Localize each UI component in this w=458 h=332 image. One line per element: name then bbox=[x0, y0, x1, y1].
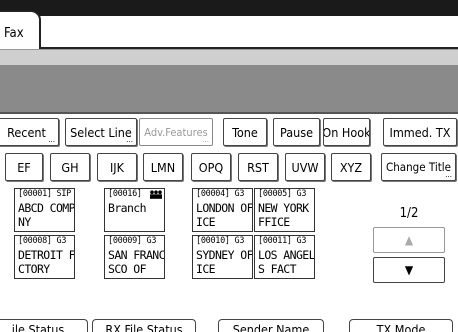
pause-button[interactable]: Pause bbox=[273, 118, 320, 146]
destination-name: NEW YORK O bbox=[258, 201, 315, 215]
destination-item[interactable]: [00010] G3 SYDNEY OFF ICE bbox=[192, 235, 253, 279]
page-up-button[interactable]: ▲ bbox=[373, 227, 445, 253]
index-ef-button[interactable]: EF bbox=[5, 153, 43, 181]
page-indicator: 1/2 bbox=[399, 206, 419, 221]
destination-code: [00010] G3 bbox=[196, 236, 245, 246]
destination-name: LONDON OFF bbox=[196, 201, 253, 215]
page-down-button[interactable]: ▼ bbox=[373, 257, 445, 283]
recent-button[interactable]: Recent... bbox=[0, 118, 59, 146]
index-uvw-label: UVW bbox=[291, 159, 319, 175]
change-title-label: Change Title bbox=[385, 160, 452, 174]
destination-name: ABCD COMPA bbox=[18, 201, 75, 215]
index-rst-label: RST bbox=[247, 159, 269, 175]
index-xyz-button[interactable]: XYZ bbox=[331, 153, 371, 181]
destination-name: SAN FRANCI bbox=[108, 248, 165, 262]
destination-name-cont: ICE bbox=[196, 262, 216, 276]
status-header bbox=[0, 49, 458, 65]
tone-label: Tone bbox=[232, 124, 258, 140]
destination-name: LOS ANGELE bbox=[258, 248, 315, 262]
destination-name-cont: FFICE bbox=[258, 215, 290, 229]
tab-rx-file-status-label: RX File Status bbox=[105, 322, 183, 332]
index-uvw-button[interactable]: UVW bbox=[285, 153, 325, 181]
destination-item[interactable]: [00004] G3 LONDON OFF ICE bbox=[192, 188, 253, 232]
index-rst-button[interactable]: RST bbox=[238, 153, 278, 181]
top-band bbox=[0, 0, 458, 16]
top-bar: Fax bbox=[0, 0, 458, 50]
tab-tx-mode[interactable]: TX Mode bbox=[349, 319, 453, 332]
select-line-button[interactable]: Select Line... bbox=[65, 118, 137, 146]
index-gh-button[interactable]: GH bbox=[50, 153, 90, 181]
destination-code: [00016] bbox=[108, 189, 142, 199]
more-dots-icon: ... bbox=[445, 170, 452, 179]
tab-file-status[interactable]: ile Status bbox=[0, 319, 88, 332]
destination-code: [00011] G3 bbox=[258, 236, 307, 246]
destination-item[interactable]: [00011] G3 LOS ANGELE S FACT bbox=[254, 235, 315, 279]
triangle-up-icon: ▲ bbox=[404, 233, 414, 247]
triangle-down-icon: ▼ bbox=[404, 263, 414, 277]
index-opq-label: OPQ bbox=[198, 159, 224, 175]
status-display bbox=[0, 65, 458, 114]
on-hook-label: On Hook bbox=[323, 124, 370, 140]
destination-name-cont: CTORY bbox=[18, 262, 50, 276]
tab-sender-name[interactable]: Sender Name bbox=[218, 319, 324, 332]
adv-features-button[interactable]: Adv.Features... bbox=[139, 118, 213, 146]
immed-tx-button[interactable]: Immed. TX bbox=[383, 118, 457, 146]
index-lmn-label: LMN bbox=[150, 159, 176, 175]
change-title-button[interactable]: Change Title... bbox=[381, 153, 456, 181]
index-ijk-button[interactable]: IJK bbox=[97, 153, 137, 181]
tab-sender-name-label: Sender Name bbox=[232, 322, 310, 332]
immed-tx-label: Immed. TX bbox=[389, 124, 451, 140]
tone-button[interactable]: Tone bbox=[223, 118, 267, 146]
destination-name: SYDNEY OFF bbox=[196, 248, 253, 262]
index-ef-label: EF bbox=[17, 159, 31, 175]
tab-tx-mode-label: TX Mode bbox=[376, 322, 426, 332]
pause-label: Pause bbox=[279, 124, 314, 140]
recent-label: Recent bbox=[7, 124, 46, 140]
more-dots-icon: ... bbox=[202, 135, 209, 144]
destination-name: Branch bbox=[108, 201, 147, 215]
destination-code: [00004] G3 bbox=[196, 189, 245, 199]
destination-name-cont: S FACT bbox=[258, 262, 297, 276]
on-hook-button[interactable]: On Hook bbox=[323, 118, 370, 146]
index-gh-label: GH bbox=[61, 159, 79, 175]
destination-name-cont: NY bbox=[18, 215, 31, 229]
divider bbox=[0, 112, 458, 114]
destination-code: [00009] G3 bbox=[108, 236, 157, 246]
more-dots-icon: ... bbox=[126, 135, 133, 144]
destination-item[interactable]: [00008] G3 DETROIT FA CTORY bbox=[14, 235, 75, 279]
destination-item[interactable]: [00009] G3 SAN FRANCI SCO OF bbox=[104, 235, 165, 279]
tab-rx-file-status[interactable]: RX File Status bbox=[92, 319, 196, 332]
destination-code: [00008] G3 bbox=[18, 236, 67, 246]
destination-item[interactable]: [00001] SIP ABCD COMPA NY bbox=[14, 188, 75, 232]
tab-fax-label: Fax bbox=[4, 26, 24, 41]
select-line-label: Select Line bbox=[70, 124, 132, 140]
more-dots-icon: ... bbox=[48, 135, 55, 144]
index-lmn-button[interactable]: LMN bbox=[143, 153, 183, 181]
destination-name-cont: SCO OF bbox=[108, 262, 147, 276]
destination-item[interactable]: [00016] Branch bbox=[104, 188, 165, 232]
tab-file-status-label: ile Status bbox=[11, 322, 65, 332]
destination-code: [00001] SIP bbox=[18, 189, 71, 199]
index-xyz-label: XYZ bbox=[339, 159, 363, 175]
destination-name: DETROIT FA bbox=[18, 248, 75, 262]
destination-code: [00005] G3 bbox=[258, 189, 307, 199]
destination-item[interactable]: [00005] G3 NEW YORK O FFICE bbox=[254, 188, 315, 232]
destination-name-cont: ICE bbox=[196, 215, 216, 229]
index-opq-button[interactable]: OPQ bbox=[191, 153, 231, 181]
adv-features-label: Adv.Features bbox=[144, 125, 208, 139]
group-icon bbox=[150, 190, 162, 199]
index-ijk-label: IJK bbox=[109, 159, 124, 175]
tab-fax[interactable]: Fax bbox=[0, 10, 41, 50]
